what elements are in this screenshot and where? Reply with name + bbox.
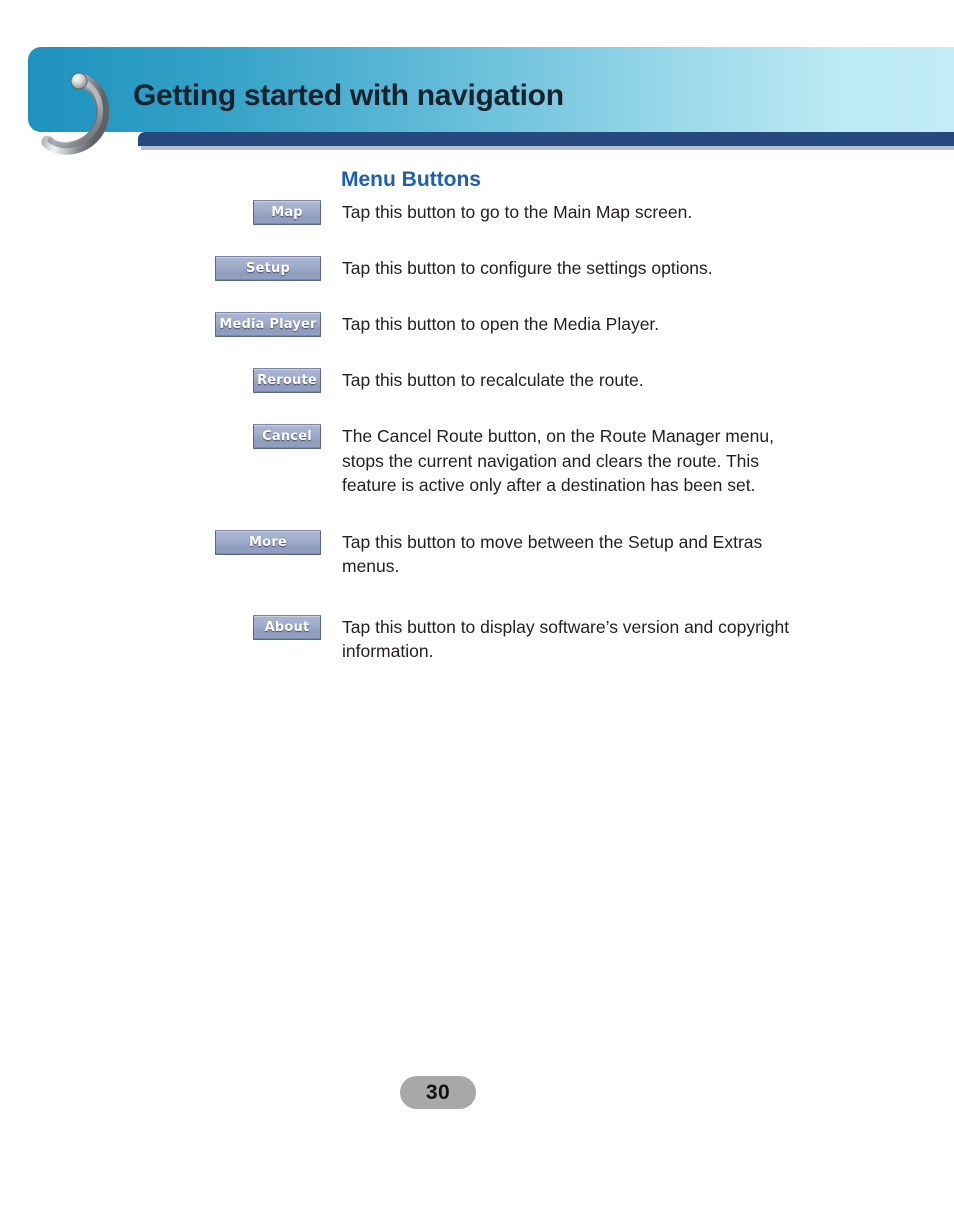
description-cell: Tap this button to display software’s ve…	[321, 615, 954, 664]
setup-description: Tap this button to configure the setting…	[342, 258, 713, 278]
description-cell: Tap this button to configure the setting…	[321, 256, 954, 281]
page-header: Getting started with navigation	[0, 0, 954, 160]
setup-button[interactable]: Setup	[215, 256, 321, 281]
button-cell: About	[0, 614, 321, 640]
list-item: Cancel The Cancel Route button, on the R…	[0, 424, 954, 498]
page-title: Getting started with navigation	[133, 79, 564, 112]
header-navy-bar	[138, 132, 954, 146]
button-cell: Cancel	[0, 424, 321, 449]
cancel-description: The Cancel Route button, on the Route Ma…	[342, 426, 774, 495]
list-item: More Tap this button to move between the…	[0, 529, 954, 579]
list-item: Setup Tap this button to configure the s…	[0, 256, 954, 281]
list-item: Media Player Tap this button to open the…	[0, 312, 954, 337]
cancel-button[interactable]: Cancel	[253, 424, 321, 449]
more-button[interactable]: More	[215, 529, 321, 555]
description-cell: Tap this button to open the Media Player…	[321, 312, 954, 337]
more-description: Tap this button to move between the Setu…	[342, 531, 763, 577]
button-cell: Setup	[0, 256, 321, 281]
button-cell: Map	[0, 200, 321, 225]
list-item: About Tap this button to display softwar…	[0, 614, 954, 664]
header-navy-bar-shadow	[141, 146, 954, 150]
media-player-description: Tap this button to open the Media Player…	[342, 314, 660, 334]
list-item: Reroute Tap this button to recalculate t…	[0, 368, 954, 393]
reroute-button[interactable]: Reroute	[253, 368, 321, 393]
list-item: Map Tap this button to go to the Main Ma…	[0, 200, 954, 225]
menu-button-list: Map Tap this button to go to the Main Ma…	[0, 200, 954, 664]
page-number-badge: 30	[400, 1076, 476, 1109]
media-player-button[interactable]: Media Player	[215, 312, 321, 337]
description-cell: The Cancel Route button, on the Route Ma…	[321, 424, 954, 498]
button-cell: Reroute	[0, 368, 321, 393]
spiral-binding-hook-icon	[41, 72, 110, 155]
button-cell: More	[0, 529, 321, 555]
button-cell: Media Player	[0, 312, 321, 337]
reroute-description: Tap this button to recalculate the route…	[342, 370, 644, 390]
about-button[interactable]: About	[253, 614, 321, 640]
description-cell: Tap this button to recalculate the route…	[321, 368, 954, 393]
map-description: Tap this button to go to the Main Map sc…	[342, 202, 693, 222]
about-description: Tap this button to display software’s ve…	[342, 616, 790, 662]
section-heading: Menu Buttons	[341, 168, 481, 191]
map-button[interactable]: Map	[253, 200, 321, 225]
description-cell: Tap this button to move between the Setu…	[321, 530, 954, 579]
description-cell: Tap this button to go to the Main Map sc…	[321, 200, 954, 225]
